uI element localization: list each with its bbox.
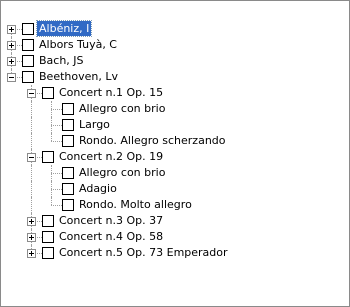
tree-node[interactable]: Concert n.5 Op. 73 Emperador (1, 245, 349, 261)
tree-node-list: Albéniz, I Albors Tuyà, C Bach, JS Beethove… (1, 20, 349, 261)
tree-node-label[interactable]: Concert n.4 Op. 58 (57, 229, 165, 244)
collapse-minus-icon[interactable] (27, 89, 36, 98)
tree-guide-line (51, 165, 52, 181)
tree-guide-line (51, 181, 52, 197)
tree-node-label[interactable]: Concert n.5 Op. 73 Emperador (57, 245, 230, 260)
tree-connector-line (51, 173, 62, 174)
tree-node-label[interactable]: Largo (77, 117, 112, 132)
node-checkbox[interactable] (42, 87, 54, 99)
tree-node-label[interactable]: Beethoven, Lv (37, 69, 120, 84)
tree-view[interactable]: Albéniz, I Albors Tuyà, C Bach, JS Beethove… (0, 0, 350, 307)
tree-node[interactable]: Adagio (1, 181, 349, 197)
expand-plus-icon[interactable] (7, 41, 16, 50)
node-checkbox[interactable] (22, 55, 34, 67)
tree-node[interactable]: Albors Tuyà, C (1, 37, 349, 53)
tree-node-label[interactable]: Concert n.3 Op. 37 (57, 213, 165, 228)
node-checkbox[interactable] (42, 151, 54, 163)
tree-connector-line (51, 205, 62, 206)
tree-guide-line (51, 117, 52, 133)
node-checkbox[interactable] (22, 71, 34, 83)
tree-node[interactable]: Rondo. Molto allegro (1, 197, 349, 213)
node-checkbox[interactable] (62, 103, 74, 115)
tree-node-label[interactable]: Allegro con brio (77, 101, 167, 116)
tree-node[interactable]: Largo (1, 117, 349, 133)
node-checkbox[interactable] (62, 119, 74, 131)
tree-guide-line (31, 181, 32, 197)
node-checkbox[interactable] (42, 247, 54, 259)
node-checkbox[interactable] (62, 135, 74, 147)
tree-node-label[interactable]: Adagio (77, 181, 119, 196)
tree-guide-line (31, 165, 32, 181)
tree-guide-line (51, 197, 52, 205)
expand-plus-icon[interactable] (7, 25, 16, 34)
tree-node[interactable]: Rondo. Allegro scherzando (1, 133, 349, 149)
tree-node[interactable]: Concert n.1 Op. 15 (1, 85, 349, 101)
tree-node[interactable]: Beethoven, Lv (1, 69, 349, 85)
tree-guide-line (51, 101, 52, 117)
node-checkbox[interactable] (22, 39, 34, 51)
tree-guide-line (31, 133, 32, 149)
node-checkbox[interactable] (62, 167, 74, 179)
tree-node[interactable]: Allegro con brio (1, 165, 349, 181)
node-checkbox[interactable] (62, 183, 74, 195)
tree-connector-line (51, 189, 62, 190)
tree-node[interactable]: Concert n.4 Op. 58 (1, 229, 349, 245)
tree-node[interactable]: Concert n.2 Op. 19 (1, 149, 349, 165)
expand-plus-icon[interactable] (27, 249, 36, 258)
collapse-minus-icon[interactable] (27, 153, 36, 162)
tree-connector-line (51, 109, 62, 110)
tree-connector-line (51, 125, 62, 126)
expand-plus-icon[interactable] (7, 57, 16, 66)
tree-connector-line (51, 141, 62, 142)
tree-node-label[interactable]: Concert n.2 Op. 19 (57, 149, 165, 164)
tree-node-label[interactable]: Bach, JS (37, 53, 86, 68)
tree-guide-line (31, 197, 32, 213)
tree-guide-line (31, 117, 32, 133)
tree-node-label[interactable]: Albéniz, I (35, 20, 93, 37)
collapse-minus-icon[interactable] (7, 73, 16, 82)
tree-node[interactable]: Allegro con brio (1, 101, 349, 117)
tree-guide-line (31, 101, 32, 117)
node-checkbox[interactable] (42, 231, 54, 243)
expand-plus-icon[interactable] (27, 233, 36, 242)
tree-node[interactable]: Bach, JS (1, 53, 349, 69)
tree-node[interactable]: Albéniz, I (1, 20, 349, 45)
tree-node-label[interactable]: Albors Tuyà, C (37, 37, 119, 52)
expand-plus-icon[interactable] (27, 217, 36, 226)
tree-node-label[interactable]: Allegro con brio (77, 165, 167, 180)
node-checkbox[interactable] (62, 199, 74, 211)
tree-node-label[interactable]: Concert n.1 Op. 15 (57, 85, 165, 100)
node-checkbox[interactable] (42, 215, 54, 227)
node-checkbox[interactable] (22, 23, 34, 35)
tree-node-label[interactable]: Rondo. Molto allegro (77, 197, 194, 212)
tree-guide-line (51, 133, 52, 141)
tree-node[interactable]: Concert n.3 Op. 37 (1, 213, 349, 229)
tree-node-label[interactable]: Rondo. Allegro scherzando (77, 133, 228, 148)
